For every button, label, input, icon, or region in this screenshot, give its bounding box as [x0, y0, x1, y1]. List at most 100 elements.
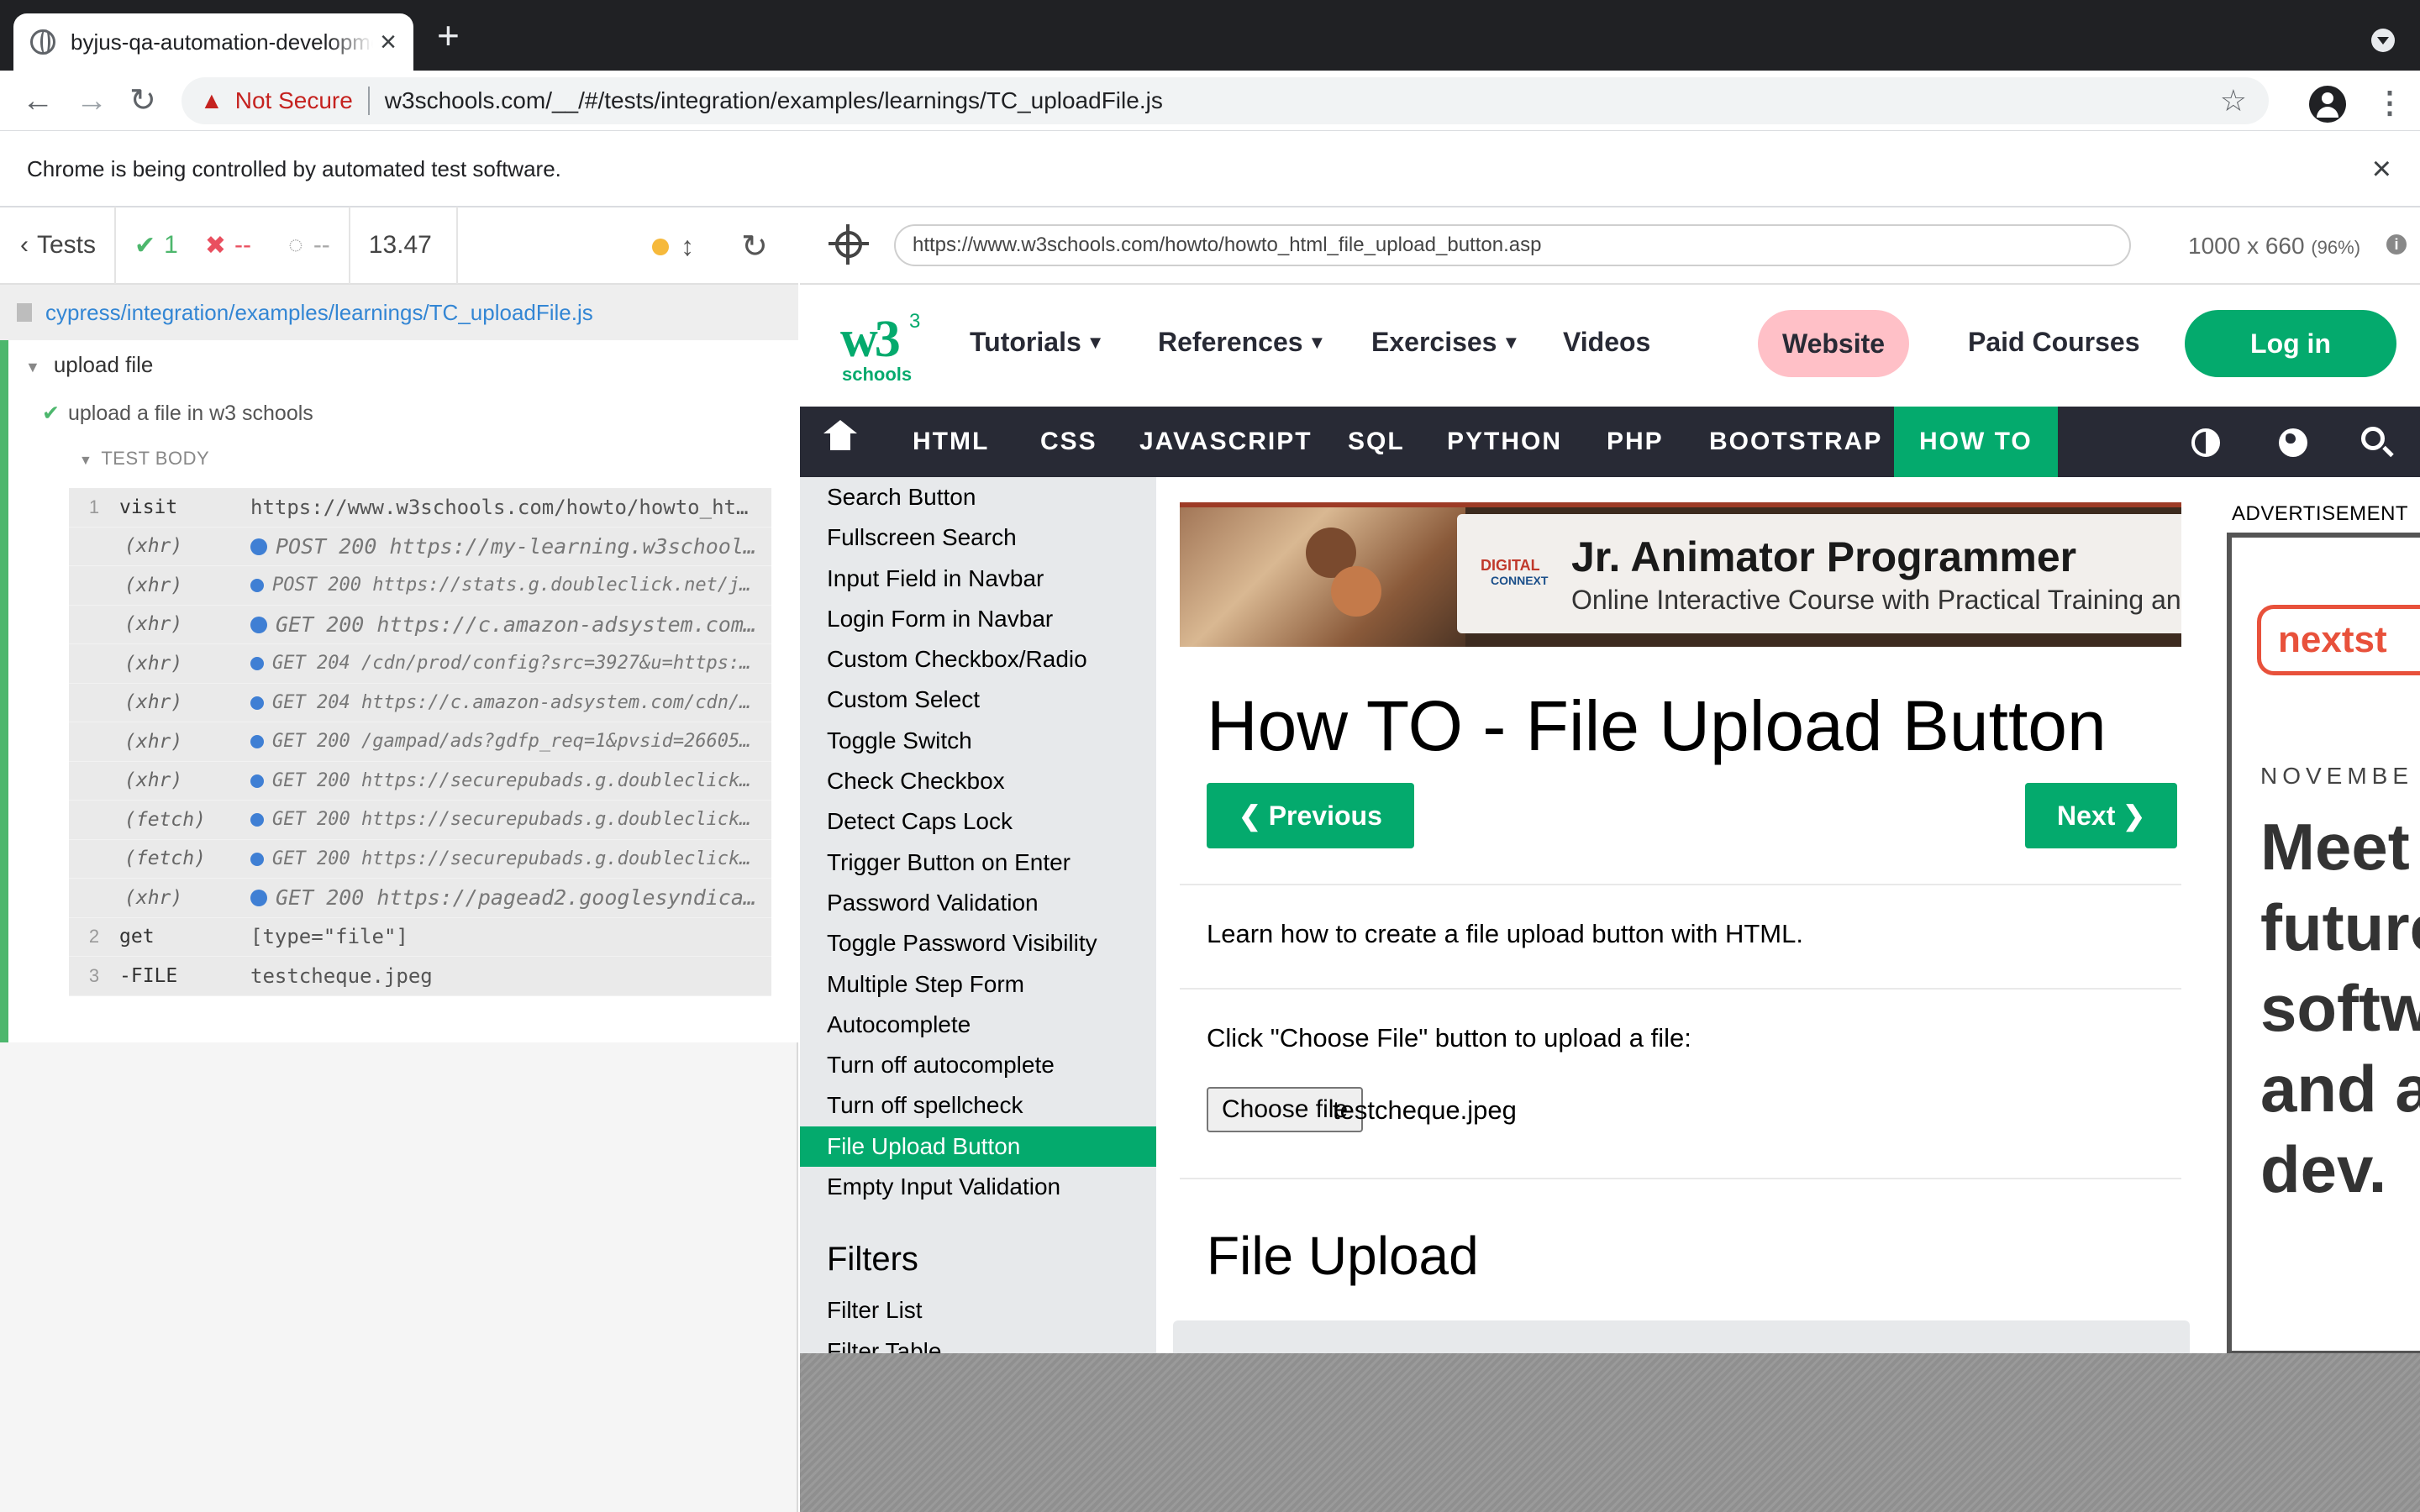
command-row[interactable]: 1 visit https://www.w3schools.com/howto/ho… — [69, 488, 771, 528]
ad-card[interactable]: DIGITAL CONNEXT Jr. Animator Programmer O… — [1457, 514, 2181, 633]
sidebar-item[interactable]: Password Validation — [800, 883, 1156, 923]
topnav-html[interactable]: HTML — [913, 407, 989, 477]
tests-button[interactable]: ‹ Tests — [0, 207, 117, 284]
tab-search-icon[interactable] — [2371, 29, 2395, 52]
address-bar[interactable]: ▲ Not Secure w3schools.com/__/#/tests/in… — [182, 77, 2269, 124]
forward-arrow-icon[interactable]: → — [76, 82, 108, 119]
reporter-stats-bar: ‹ Tests ✔ 1 ✖ -- ◌ -- 13.47 ↕ ↻ — [0, 207, 798, 285]
command-row[interactable]: (xhr) GET 200 https://pagead2.googlesyndi… — [69, 879, 771, 918]
command-row[interactable]: (xhr) GET 200 /gampad/ads?gdfp_req=1&pvsi… — [69, 722, 771, 762]
sidebar-item[interactable]: Custom Select — [800, 680, 1156, 720]
intro-text: Learn how to create a file upload button… — [1207, 919, 1803, 948]
command-row[interactable]: (xhr) GET 204 /cdn/prod/config?src=3927&u… — [69, 644, 771, 684]
nav-videos[interactable]: Videos — [1563, 327, 1650, 358]
warning-icon[interactable]: ▲ — [200, 87, 224, 114]
sidebar-item[interactable]: File Upload Button — [800, 1126, 1156, 1168]
command-number: 2 — [88, 926, 100, 948]
logo-schools-text: schools — [842, 364, 913, 385]
sidebar-item[interactable]: Turn off autocomplete — [800, 1045, 1156, 1085]
rerun-icon[interactable]: ↻ — [741, 228, 768, 265]
command-row[interactable]: 3 -FILE testcheque.jpeg — [69, 957, 771, 996]
sidebar-item[interactable]: Input Field in Navbar — [800, 559, 1156, 599]
sidebar-item[interactable]: Empty Input Validation — [800, 1167, 1156, 1207]
globe-icon[interactable] — [2279, 428, 2307, 457]
command-row[interactable]: (xhr) GET 204 https://c.amazon-adsystem.c… — [69, 684, 771, 722]
nav-exercises[interactable]: Exercises ▼ — [1371, 327, 1520, 358]
right-ad[interactable]: nextst NOVEMBE Meet future softw and a d… — [2227, 533, 2420, 1353]
command-message: GET 200 https://c.amazon-adsystem.com/aa… — [250, 612, 771, 637]
topnav-bootstrap[interactable]: BOOTSTRAP — [1709, 407, 1882, 477]
test-title[interactable]: ✔ upload a file in w3 schools — [42, 401, 313, 426]
sidebar-item[interactable]: Multiple Step Form — [800, 964, 1156, 1005]
command-name: (xhr) — [124, 574, 183, 596]
command-row[interactable]: (xhr) POST 200 https://stats.g.doubleclic… — [69, 566, 771, 606]
website-button[interactable]: Website — [1758, 310, 1909, 377]
topnav-css[interactable]: CSS — [1040, 407, 1097, 477]
infobar-text: Chrome is being controlled by automated … — [27, 155, 561, 181]
sidebar-item[interactable]: Login Form in Navbar — [800, 599, 1156, 639]
right-ad-column: ADVERTISEMENT nextst NOVEMBE Meet future… — [2210, 477, 2420, 1353]
sidebar-item-filter-list[interactable]: Filter List — [800, 1290, 1156, 1331]
failed-stat: ✖ -- — [187, 207, 270, 284]
w3schools-logo[interactable]: w3 3 schools — [840, 310, 921, 386]
test-body-header[interactable]: ▼ TEST BODY — [79, 448, 209, 470]
topnav-php[interactable]: PHP — [1607, 407, 1664, 477]
caret-down-icon: ▼ — [25, 359, 40, 375]
profile-avatar-icon[interactable] — [2309, 86, 2346, 123]
aut-url-bar[interactable]: https://www.w3schools.com/howto/howto_ht… — [894, 224, 2131, 266]
sidebar-item[interactable]: Check Checkbox — [800, 761, 1156, 801]
contrast-icon[interactable] — [2191, 428, 2220, 457]
bookmark-star-icon[interactable]: ☆ — [2220, 83, 2247, 118]
nav-tutorials[interactable]: Tutorials ▼ — [970, 327, 1105, 358]
infobar-close-button[interactable]: × — [2372, 150, 2391, 188]
ad-banner[interactable]: DIGITAL CONNEXT Jr. Animator Programmer O… — [1180, 502, 2181, 647]
tab-close-button[interactable]: × — [380, 26, 397, 59]
search-icon[interactable] — [2361, 427, 2385, 450]
sidebar-item[interactable]: Fullscreen Search — [800, 517, 1156, 558]
sidebar-item[interactable]: Toggle Password Visibility — [800, 923, 1156, 963]
command-row[interactable]: (xhr) POST 200 https://my-learning.w3scho… — [69, 528, 771, 566]
paid-courses-link[interactable]: Paid Courses — [1968, 327, 2140, 358]
w3-top-bar: w3 3 schools Tutorials ▼ References ▼ Exer… — [800, 285, 2420, 407]
login-button[interactable]: Log in — [2185, 310, 2396, 377]
sidebar-item[interactable]: Autocomplete — [800, 1005, 1156, 1045]
sidebar-item[interactable]: Search Button — [800, 477, 1156, 517]
security-label[interactable]: Not Secure — [235, 87, 353, 114]
browser-menu-icon[interactable]: ⋮ — [2375, 86, 2405, 119]
command-row[interactable]: 2 get [type="file"] — [69, 918, 771, 957]
request-status-icon — [250, 538, 267, 555]
suite-title[interactable]: ▼ upload file — [25, 352, 153, 378]
sidebar-item[interactable]: Toggle Switch — [800, 721, 1156, 761]
topnav-howto[interactable]: HOW TO — [1894, 407, 2058, 477]
home-icon[interactable] — [823, 420, 857, 454]
next-button[interactable]: Next ❯ — [2025, 783, 2178, 848]
command-row[interactable]: (fetch) GET 200 https://securepubads.g.do… — [69, 840, 771, 879]
back-arrow-icon[interactable]: ← — [22, 82, 54, 119]
topnav-python[interactable]: PYTHON — [1447, 407, 1562, 477]
command-name: (xhr) — [124, 769, 183, 792]
previous-button[interactable]: ❮ Previous — [1207, 783, 1414, 848]
sidebar-item[interactable]: Custom Checkbox/Radio — [800, 639, 1156, 680]
divider — [1180, 988, 2181, 990]
info-icon[interactable]: i — [2386, 234, 2407, 255]
command-row[interactable]: (xhr) GET 200 https://securepubads.g.doub… — [69, 762, 771, 801]
address-text[interactable]: w3schools.com/__/#/tests/integration/exa… — [385, 87, 1163, 114]
command-name: (xhr) — [124, 691, 183, 714]
divider — [1180, 884, 2181, 885]
sidebar-item-filter-table[interactable]: Filter Table — [800, 1331, 1156, 1353]
sidebar-item[interactable]: Trigger Button on Enter — [800, 843, 1156, 883]
auto-scroll-icon[interactable]: ↕ — [681, 231, 694, 262]
command-row[interactable]: (fetch) GET 200 https://securepubads.g.do… — [69, 801, 771, 840]
selector-playground-icon[interactable] — [829, 224, 869, 265]
sidebar-item[interactable]: Turn off spellcheck — [800, 1085, 1156, 1126]
topnav-sql[interactable]: SQL — [1348, 407, 1405, 477]
browser-tab[interactable]: byjus-qa-automation-development × — [13, 13, 413, 71]
w3-topnav: HTML CSS JAVASCRIPT SQL PYTHON PHP BOOTS… — [800, 407, 2420, 477]
new-tab-button[interactable]: + — [437, 16, 460, 55]
topnav-javascript[interactable]: JAVASCRIPT — [1139, 407, 1313, 477]
nav-references[interactable]: References ▼ — [1158, 327, 1326, 358]
sidebar-item[interactable]: Detect Caps Lock — [800, 801, 1156, 842]
reload-icon[interactable]: ↻ — [129, 82, 156, 119]
command-row[interactable]: (xhr) GET 200 https://c.amazon-adsystem.c… — [69, 606, 771, 644]
spec-path-link[interactable]: cypress/integration/examples/learnings/T… — [45, 300, 593, 326]
